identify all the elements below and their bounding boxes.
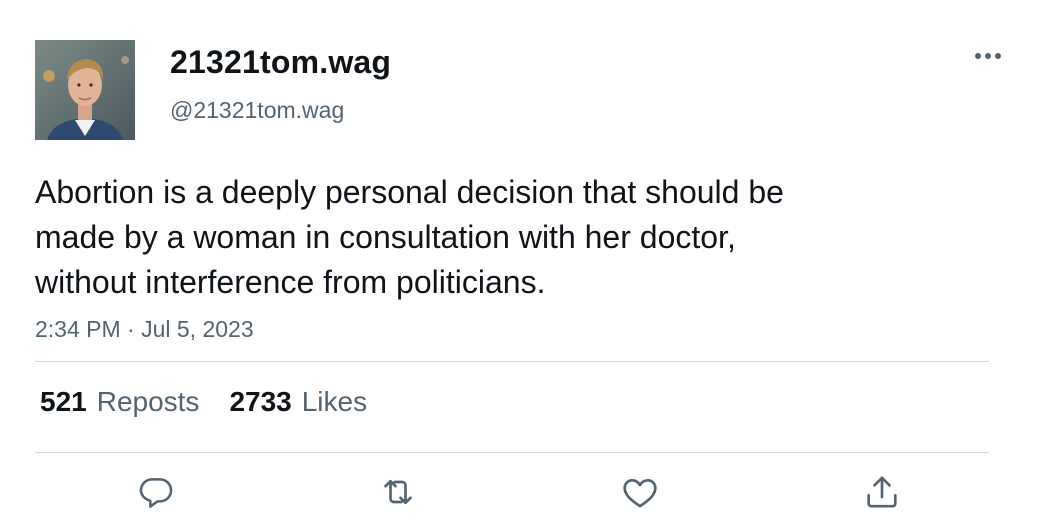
tweet-timestamp[interactable]: 2:34 PM · Jul 5, 2023 xyxy=(35,316,254,343)
author-display-name[interactable]: 21321tom.wag xyxy=(170,44,391,81)
more-icon xyxy=(975,53,1001,59)
tweet-stats: 521 Reposts 2733 Likes xyxy=(40,386,367,418)
reply-icon xyxy=(139,478,173,508)
repost-button[interactable] xyxy=(376,470,420,514)
reply-button[interactable] xyxy=(134,470,178,514)
more-options-button[interactable] xyxy=(968,42,1008,70)
like-icon xyxy=(623,479,657,508)
likes-label: Likes xyxy=(301,386,368,417)
profile-photo-icon xyxy=(35,40,135,140)
reposts-count: 521 xyxy=(40,386,87,417)
likes-stat[interactable]: 2733 Likes xyxy=(229,386,367,418)
tweet-text: Abortion is a deeply personal decision t… xyxy=(35,174,784,300)
share-icon xyxy=(867,476,897,508)
author-handle[interactable]: @21321tom.wag xyxy=(170,97,344,124)
likes-count: 2733 xyxy=(229,386,292,417)
action-bar xyxy=(0,470,1050,520)
reposts-stat[interactable]: 521 Reposts xyxy=(40,386,199,418)
repost-icon xyxy=(384,479,412,505)
reposts-label: Reposts xyxy=(96,386,200,417)
divider xyxy=(35,452,989,453)
avatar[interactable] xyxy=(35,40,135,140)
share-button[interactable] xyxy=(860,470,904,514)
like-button[interactable] xyxy=(618,470,662,514)
divider xyxy=(35,361,989,362)
